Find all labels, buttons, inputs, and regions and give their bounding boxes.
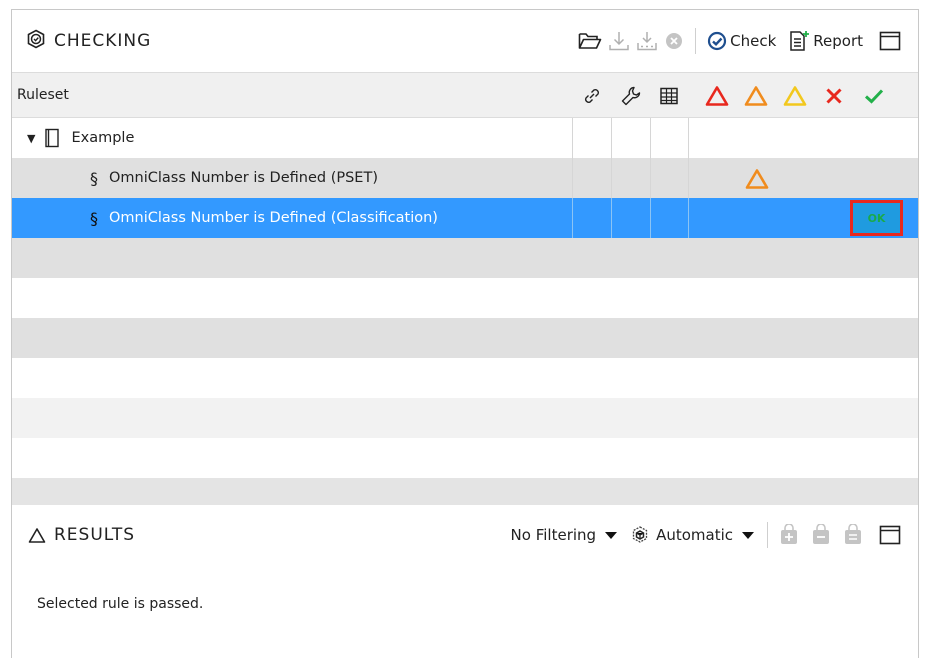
check-label: Check bbox=[730, 32, 777, 50]
maximize-panel-button[interactable] bbox=[876, 25, 904, 57]
column-link[interactable] bbox=[572, 73, 611, 119]
tree-row-rule-classification[interactable]: § OmniClass Number is Defined (Classific… bbox=[12, 198, 918, 238]
section-symbol-icon: § bbox=[90, 208, 98, 228]
bag-remove-icon bbox=[813, 524, 829, 544]
download-button[interactable] bbox=[605, 25, 633, 57]
column-divider bbox=[611, 118, 612, 158]
wrench-icon bbox=[621, 86, 640, 106]
column-passed[interactable] bbox=[855, 73, 893, 119]
cube-settings-icon bbox=[632, 526, 648, 543]
column-wrench[interactable] bbox=[611, 73, 650, 119]
check-button[interactable]: Check bbox=[704, 25, 779, 57]
column-divider bbox=[572, 118, 573, 158]
tree-row-example[interactable]: ▼ Example bbox=[12, 118, 918, 158]
download-all-icon bbox=[637, 32, 657, 51]
mode-dropdown[interactable]: Automatic bbox=[630, 525, 755, 545]
bag-add-icon bbox=[781, 524, 797, 544]
maximize-results-button[interactable] bbox=[876, 519, 904, 551]
column-divider bbox=[688, 118, 689, 158]
section-symbol-icon: § bbox=[90, 168, 98, 188]
toolbar-separator bbox=[767, 522, 768, 548]
mode-label: Automatic bbox=[656, 526, 733, 544]
column-divider bbox=[572, 198, 573, 238]
open-folder-button[interactable] bbox=[575, 25, 605, 57]
checking-toolbar: Check Report bbox=[575, 10, 904, 72]
column-divider bbox=[650, 158, 651, 198]
caret-down-icon bbox=[605, 532, 618, 539]
report-label: Report bbox=[813, 32, 863, 50]
rule-item: § OmniClass Number is Defined (Classific… bbox=[90, 198, 438, 238]
checking-title-group: CHECKING bbox=[26, 29, 151, 54]
checking-title: CHECKING bbox=[54, 31, 152, 51]
download-all-button[interactable] bbox=[633, 25, 661, 57]
download-icon bbox=[609, 32, 629, 51]
ruleset-tree: ▼ Example § OmniClass Number is Defined … bbox=[12, 118, 918, 478]
filter-dropdown[interactable]: No Filtering bbox=[511, 526, 619, 544]
results-title: RESULTS bbox=[54, 525, 136, 545]
triangle-moderate-icon bbox=[744, 86, 768, 106]
folder-open-icon bbox=[578, 33, 602, 49]
filter-label: No Filtering bbox=[510, 526, 597, 544]
triangle-low-icon bbox=[783, 86, 807, 106]
caret-down-icon bbox=[742, 532, 754, 539]
column-failed[interactable] bbox=[817, 73, 851, 119]
empty-row bbox=[12, 438, 918, 478]
bag-list-icon bbox=[845, 524, 861, 544]
expand-triangle-icon[interactable]: ▼ bbox=[27, 132, 35, 145]
rule-label: OmniClass Number is Defined (Classificat… bbox=[109, 210, 438, 226]
column-divider bbox=[611, 198, 612, 238]
column-header: Ruleset bbox=[12, 72, 918, 118]
tree-node-label: Example bbox=[71, 130, 135, 146]
empty-row bbox=[12, 398, 918, 438]
group-list-button[interactable] bbox=[840, 519, 866, 551]
report-add-icon bbox=[790, 31, 810, 51]
window-icon bbox=[879, 31, 901, 51]
empty-row bbox=[12, 278, 918, 318]
empty-row bbox=[12, 318, 918, 358]
column-divider bbox=[650, 198, 651, 238]
column-divider bbox=[688, 158, 689, 198]
passed-status-badge: OK bbox=[850, 200, 903, 236]
checking-icon bbox=[26, 29, 54, 54]
checkmark-icon bbox=[864, 89, 884, 104]
column-divider bbox=[688, 198, 689, 238]
main-window: CHECKING Check Report Ruleset ▼ Example … bbox=[11, 9, 919, 658]
stop-circle-icon bbox=[666, 33, 683, 49]
stop-button[interactable] bbox=[661, 25, 687, 57]
results-title-group: RESULTS bbox=[28, 525, 135, 545]
result-message: Selected rule is passed. bbox=[37, 596, 204, 612]
check-circle-icon bbox=[708, 31, 727, 51]
ok-label: OK bbox=[867, 211, 886, 225]
column-critical[interactable] bbox=[700, 73, 734, 119]
window-icon bbox=[879, 525, 901, 545]
column-table[interactable] bbox=[650, 73, 688, 119]
column-divider bbox=[650, 118, 651, 158]
tree-row-rule-pset[interactable]: § OmniClass Number is Defined (PSET) bbox=[12, 158, 918, 198]
ruleset-header[interactable]: Ruleset bbox=[17, 87, 69, 103]
tree-node-example: ▼ Example bbox=[27, 118, 134, 158]
remove-from-group-button[interactable] bbox=[808, 519, 834, 551]
panel-splitter[interactable] bbox=[12, 478, 918, 505]
results-header: RESULTS No Filtering Automatic bbox=[12, 505, 918, 565]
link-icon bbox=[584, 89, 599, 103]
column-divider bbox=[611, 158, 612, 198]
report-button[interactable]: Report bbox=[785, 25, 866, 57]
add-to-group-button[interactable] bbox=[776, 519, 802, 551]
rule-label: OmniClass Number is Defined (PSET) bbox=[109, 170, 378, 186]
results-toolbar: No Filtering Automatic bbox=[511, 505, 904, 565]
empty-row bbox=[12, 358, 918, 398]
triangle-outline-icon bbox=[28, 527, 46, 543]
table-icon bbox=[660, 87, 678, 105]
toolbar-separator bbox=[695, 28, 697, 54]
triangle-moderate-status-icon bbox=[745, 169, 769, 189]
empty-row bbox=[12, 238, 918, 278]
ruleset-book-icon bbox=[45, 128, 60, 148]
triangle-critical-icon bbox=[705, 86, 729, 106]
cross-icon bbox=[826, 88, 842, 104]
column-divider bbox=[572, 158, 573, 198]
rule-item: § OmniClass Number is Defined (PSET) bbox=[90, 158, 378, 198]
column-moderate[interactable] bbox=[739, 73, 773, 119]
column-low[interactable] bbox=[778, 73, 812, 119]
checking-header: CHECKING Check Report bbox=[12, 10, 918, 72]
